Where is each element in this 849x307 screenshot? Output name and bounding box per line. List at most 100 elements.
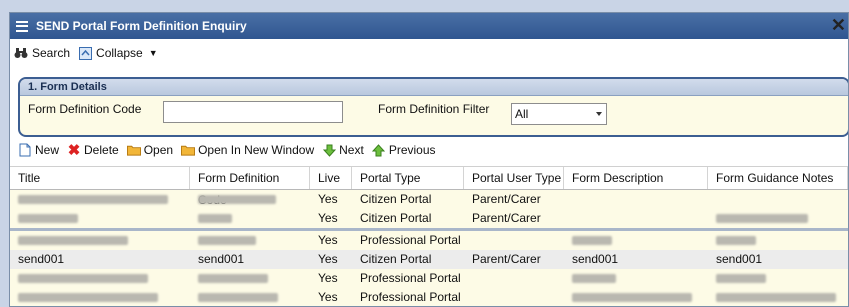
cell-guidance-notes: send001 (716, 252, 763, 266)
cell-portal-type: Professional Portal (360, 290, 461, 304)
open-new-window-button[interactable]: Open In New Window (181, 143, 314, 157)
redacted-text (198, 236, 256, 246)
form-definition-filter-label: Form Definition Filter (378, 102, 490, 116)
redacted-text (18, 214, 78, 224)
form-definition-filter-select[interactable]: All (511, 103, 607, 125)
collapse-icon (78, 46, 92, 60)
cell-portal-type: Citizen Portal (360, 192, 432, 206)
cell-portal-user-type (464, 269, 564, 288)
redacted-text (572, 274, 616, 284)
grid-header: Title Form Definition Code Live Portal T… (10, 166, 848, 207)
search-button[interactable]: Search (14, 46, 70, 60)
cell-description (564, 190, 708, 209)
column-header-portal-type[interactable]: Portal Type (352, 167, 464, 189)
window-title: SEND Portal Form Definition Enquiry (36, 19, 247, 33)
close-icon[interactable]: ✕ (831, 16, 846, 34)
cell-portal-user-type (464, 288, 564, 306)
form-details-panel: 1. Form Details Form Definition Code For… (18, 77, 848, 137)
list-icon (16, 20, 28, 32)
redacted-text (716, 274, 766, 284)
table-row[interactable]: Yes Professional Portal (10, 288, 848, 306)
delete-label: Delete (84, 143, 119, 157)
redacted-text (572, 236, 612, 246)
cell-live: Yes (318, 192, 338, 206)
cell-live: Yes (318, 290, 338, 304)
redacted-text (18, 274, 148, 284)
cell-guidance-notes (708, 288, 848, 306)
table-row-selected[interactable]: send001 send001 Yes Citizen Portal Paren… (10, 250, 848, 269)
cell-code: send001 (198, 252, 245, 266)
arrow-down-icon (322, 143, 336, 157)
title-bar: SEND Portal Form Definition Enquiry ✕ (10, 13, 848, 39)
cell-portal-type: Citizen Portal (360, 211, 432, 225)
table-row[interactable]: Yes Professional Portal (10, 269, 848, 288)
new-label: New (35, 143, 60, 157)
column-header-portal-user-type[interactable]: Portal User Type (464, 167, 564, 189)
cell-title (10, 288, 190, 306)
cell-description: send001 (572, 252, 619, 266)
cell-portal-user-type: Parent/Carer (472, 192, 541, 206)
search-label: Search (32, 46, 71, 60)
column-header-description[interactable]: Form Description (564, 167, 708, 189)
toolbar: Search Collapse ▼ (10, 39, 848, 67)
cell-description (564, 269, 708, 288)
redacted-text (18, 195, 168, 205)
redacted-text (198, 195, 276, 205)
previous-button[interactable]: Previous (372, 143, 436, 157)
open-new-window-label: Open In New Window (198, 143, 315, 157)
dropdown-arrow-icon[interactable]: ▼ (149, 48, 158, 58)
cell-title (10, 231, 190, 250)
table-row[interactable]: Yes Citizen Portal Parent/Carer (10, 209, 848, 228)
cell-live: Yes (318, 252, 338, 266)
column-header-code[interactable]: Form Definition Code (190, 167, 310, 207)
cell-live: Yes (318, 271, 338, 285)
action-bar: New ✖ Delete Open Open In New Window Nex… (18, 140, 444, 160)
cell-guidance-notes (708, 190, 848, 209)
cell-guidance-notes (708, 209, 848, 228)
redacted-text (198, 274, 268, 284)
cell-code (190, 288, 310, 306)
cell-portal-type: Professional Portal (360, 233, 461, 247)
form-definition-code-input[interactable] (163, 101, 343, 123)
cell-title: send001 (18, 252, 65, 266)
redacted-text (716, 293, 836, 303)
cell-code (190, 231, 310, 250)
redacted-text (18, 236, 128, 246)
delete-button[interactable]: ✖ Delete (67, 142, 119, 159)
redacted-text (18, 293, 158, 303)
collapse-button[interactable]: Collapse ▼ (78, 46, 158, 60)
cell-portal-type: Professional Portal (360, 271, 461, 285)
arrow-up-icon (372, 143, 386, 157)
cell-portal-user-type: Parent/Carer (472, 211, 541, 225)
open-label: Open (143, 143, 174, 157)
cell-code (190, 269, 310, 288)
cell-live: Yes (318, 211, 338, 225)
cell-portal-type: Citizen Portal (360, 252, 432, 266)
column-header-guidance-notes[interactable]: Form Guidance Notes (708, 167, 848, 189)
cell-description (564, 288, 708, 306)
chevron-down-icon (596, 112, 602, 116)
redacted-text (198, 214, 232, 224)
folder-icon (181, 143, 196, 157)
delete-x-icon: ✖ (67, 142, 81, 159)
redacted-text (198, 293, 278, 303)
table-row[interactable]: Yes Professional Portal (10, 231, 848, 250)
new-button[interactable]: New (18, 143, 59, 157)
redacted-text (716, 236, 756, 246)
previous-label: Previous (388, 143, 436, 157)
binoculars-icon (14, 46, 28, 60)
cell-title (10, 190, 190, 209)
next-button[interactable]: Next (322, 143, 364, 157)
table-row[interactable]: Yes Citizen Portal Parent/Carer (10, 190, 848, 209)
cell-guidance-notes (708, 269, 848, 288)
cell-description (564, 209, 708, 228)
cell-description (564, 231, 708, 250)
cell-portal-user-type: Parent/Carer (472, 252, 541, 266)
column-header-title[interactable]: Title (10, 167, 190, 189)
results-grid: Title Form Definition Code Live Portal T… (10, 166, 848, 306)
open-button[interactable]: Open (126, 143, 174, 157)
cell-title (10, 209, 190, 228)
enquiry-window: SEND Portal Form Definition Enquiry ✕ Se… (9, 12, 849, 307)
column-header-live[interactable]: Live (310, 167, 352, 189)
redacted-text (716, 214, 808, 224)
